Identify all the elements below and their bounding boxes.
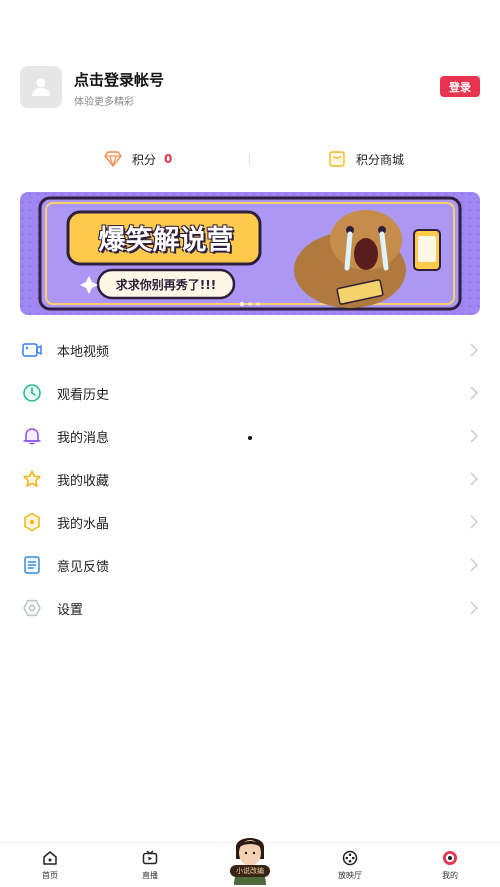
nav-center-novel[interactable]: 小说改编	[224, 829, 276, 885]
stats-row: 积分 0 积分商城	[0, 146, 500, 172]
nav-home-label: 首页	[42, 871, 58, 880]
menu-item-settings[interactable]: 设置	[0, 586, 500, 629]
settings-icon	[21, 597, 43, 619]
points-entry[interactable]: 积分 0	[104, 146, 172, 172]
nav-cinema[interactable]: 放映厅	[320, 849, 380, 881]
menu-item-history[interactable]: 观看历史	[0, 371, 500, 414]
points-shop-entry[interactable]: 积分商城	[328, 146, 404, 172]
points-value: 0	[164, 152, 173, 166]
local-video-icon	[21, 339, 43, 361]
chevron-right-icon	[470, 515, 478, 529]
menu-item-local-video[interactable]: 本地视频	[0, 328, 500, 371]
star-icon	[21, 468, 43, 490]
nav-live-label: 直播	[142, 871, 158, 880]
banner-subtitle: 求求你别再秀了!!!	[115, 278, 217, 292]
menu-label-feedback: 意见反馈	[57, 560, 110, 575]
film-reel-icon	[342, 850, 358, 866]
profile-subtitle: 体验更多精彩	[74, 97, 134, 108]
crystal-icon	[21, 511, 43, 533]
login-button[interactable]: 登录	[440, 76, 480, 97]
menu-label-favorites: 我的收藏	[57, 474, 110, 489]
bottom-nav: 首页 直播 小说改编 放映厅 我的	[0, 838, 500, 887]
profile-active-icon	[443, 851, 457, 865]
profile-header[interactable]: 点击登录帐号 体验更多精彩 登录	[20, 66, 480, 110]
menu-list: 本地视频 观看历史 我的消息 我的收藏 我的水晶 意见反馈 设置	[0, 328, 500, 629]
shop-bag-icon	[329, 151, 345, 167]
nav-mine[interactable]: 我的	[420, 849, 480, 881]
bell-icon	[21, 425, 43, 447]
chevron-right-icon	[470, 601, 478, 615]
banner-title: 爆笑解说营	[98, 225, 234, 256]
history-clock-icon	[21, 382, 43, 404]
menu-label-local-video: 本地视频	[57, 345, 110, 360]
menu-item-feedback[interactable]: 意见反馈	[0, 543, 500, 586]
profile-title[interactable]: 点击登录帐号	[74, 69, 164, 90]
menu-label-messages: 我的消息	[57, 431, 110, 446]
feedback-icon	[21, 554, 43, 576]
points-label: 积分	[132, 152, 157, 167]
chevron-right-icon	[470, 472, 478, 486]
promo-banner[interactable]: 爆笑解说营 求求你别再秀了!!!	[20, 192, 480, 315]
stats-divider	[249, 153, 250, 165]
menu-label-settings: 设置	[57, 603, 84, 618]
home-icon	[43, 851, 57, 865]
diamond-icon	[104, 151, 122, 167]
avatar[interactable]	[20, 66, 62, 108]
nav-mine-label: 我的	[442, 871, 458, 880]
tv-icon	[142, 850, 158, 865]
chevron-right-icon	[470, 343, 478, 357]
menu-label-crystals: 我的水晶	[57, 517, 110, 532]
chevron-right-icon	[470, 386, 478, 400]
nav-home[interactable]: 首页	[20, 849, 80, 881]
user-placeholder-icon	[32, 78, 50, 96]
menu-item-crystals[interactable]: 我的水晶	[0, 500, 500, 543]
nav-cinema-label: 放映厅	[338, 871, 362, 880]
stray-dot	[248, 436, 252, 440]
menu-item-favorites[interactable]: 我的收藏	[0, 457, 500, 500]
nav-live[interactable]: 直播	[120, 849, 180, 881]
points-shop-label: 积分商城	[356, 152, 405, 167]
chevron-right-icon	[470, 558, 478, 572]
chevron-right-icon	[470, 429, 478, 443]
nav-center-label: 小说改编	[230, 865, 270, 877]
menu-label-history: 观看历史	[57, 388, 110, 403]
